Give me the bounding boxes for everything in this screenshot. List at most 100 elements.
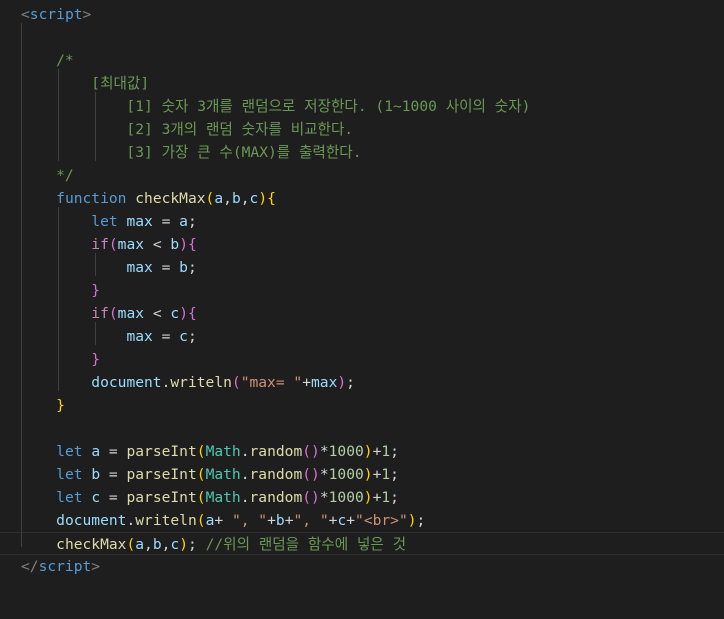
code-token: ) — [363, 466, 373, 483]
code-token: { — [267, 190, 276, 207]
code-token: ; — [187, 259, 197, 276]
code-line[interactable]: [최대값] — [0, 72, 724, 95]
code-token: a — [135, 536, 145, 553]
code-token: Math — [205, 466, 241, 483]
code-token: max — [126, 328, 153, 345]
code-token: "<br>" — [355, 512, 408, 529]
code-token: , — [223, 190, 232, 207]
code-line[interactable]: [1] 숫자 3개를 랜덤으로 저장한다. (1~1000 사이의 숫자) — [0, 95, 724, 118]
code-token: c — [170, 536, 180, 553]
code-token: c — [91, 489, 101, 506]
code-token: [1] 숫자 3개를 랜덤으로 저장한다. (1~1000 사이의 숫자) — [21, 98, 531, 115]
code-token: [3] 가장 큰 수(MAX)를 출력한다. — [21, 144, 362, 161]
code-line[interactable]: } — [0, 279, 724, 302]
code-token: ) — [363, 489, 373, 506]
code-token: parseInt — [126, 443, 197, 460]
code-token: ( — [126, 536, 136, 553]
code-line[interactable]: */ — [0, 164, 724, 187]
code-token: random — [249, 489, 303, 506]
code-line[interactable]: max = c; — [0, 325, 724, 348]
code-token: b — [170, 236, 180, 253]
code-token: c — [179, 328, 188, 345]
code-token: document — [91, 374, 162, 391]
code-token: max — [311, 374, 338, 391]
code-editor[interactable]: <script> /* [최대값] [1] 숫자 3개를 랜덤으로 저장한다. … — [0, 0, 724, 619]
code-line[interactable]: } — [0, 394, 724, 417]
code-line[interactable]: max = b; — [0, 256, 724, 279]
code-token: } — [91, 351, 101, 368]
code-token: = — [100, 489, 127, 506]
code-line[interactable]: } — [0, 348, 724, 371]
code-line[interactable]: let b = parseInt(Math.random()*1000)+1; — [0, 463, 724, 486]
code-token: ) — [407, 512, 417, 529]
code-line[interactable]: let a = parseInt(Math.random()*1000)+1; — [0, 440, 724, 463]
code-token: > — [91, 558, 101, 575]
code-token: c — [249, 190, 259, 207]
code-token: ) — [258, 190, 268, 207]
code-line[interactable]: [3] 가장 큰 수(MAX)를 출력한다. — [0, 141, 724, 164]
code-token: a — [179, 213, 188, 230]
code-token: 1 — [381, 489, 391, 506]
code-token: 1000 — [328, 443, 364, 460]
code-token: b — [275, 512, 285, 529]
code-token: ) — [311, 489, 320, 506]
code-token: b — [231, 190, 241, 207]
code-token: ( — [302, 466, 312, 483]
code-token: ( — [196, 443, 206, 460]
code-line[interactable]: [2] 3개의 랜덤 숫자를 비교한다. — [0, 118, 724, 141]
code-token: } — [91, 282, 101, 299]
code-line[interactable]: </script> — [0, 555, 724, 578]
code-line[interactable]: document.writeln("max= "+max); — [0, 371, 724, 394]
code-line[interactable]: function checkMax(a,b,c){ — [0, 187, 724, 210]
code-token: . — [240, 443, 250, 460]
code-token: . — [126, 512, 136, 529]
code-line[interactable]: if(max < b){ — [0, 233, 724, 256]
code-token: } — [56, 397, 65, 414]
code-token: writeln — [170, 374, 232, 391]
code-token: ) — [179, 305, 188, 322]
code-token: < — [21, 6, 30, 23]
code-token: ) — [363, 443, 373, 460]
code-line[interactable]: if(max < c){ — [0, 302, 724, 325]
code-line[interactable] — [0, 26, 724, 49]
code-token: max — [126, 259, 153, 276]
code-line[interactable]: checkMax(a,b,c); //위의 랜덤을 함수에 넣은 것 — [0, 532, 724, 555]
code-token: writeln — [135, 512, 197, 529]
code-token: b — [91, 466, 101, 483]
code-token: 1 — [381, 443, 391, 460]
code-token: 1 — [381, 466, 391, 483]
code-token: + — [267, 512, 276, 529]
code-line[interactable]: /* — [0, 49, 724, 72]
code-token: , — [144, 536, 153, 553]
code-token: max — [117, 305, 145, 322]
code-token: ( — [302, 489, 312, 506]
code-line[interactable] — [0, 417, 724, 440]
code-token: random — [249, 466, 303, 483]
code-line[interactable]: <script> — [0, 3, 724, 26]
code-token: script — [29, 6, 83, 23]
code-token: ) — [179, 536, 189, 553]
code-token: max — [117, 236, 145, 253]
code-token: 1000 — [328, 466, 364, 483]
code-token: * — [319, 443, 329, 460]
code-line[interactable]: let max = a; — [0, 210, 724, 233]
code-line[interactable]: let c = parseInt(Math.random()*1000)+1; — [0, 486, 724, 509]
code-token: . — [240, 489, 250, 506]
code-token: ; — [188, 536, 206, 553]
code-line[interactable]: document.writeln(a+ ", "+b+", "+c+"<br>"… — [0, 509, 724, 532]
code-token: < — [144, 305, 171, 322]
code-token: ", " — [231, 512, 268, 529]
code-token: [2] 3개의 랜덤 숫자를 비교한다. — [21, 121, 354, 138]
code-token: let — [56, 489, 83, 506]
code-token: a — [91, 443, 101, 460]
code-token: if — [91, 305, 109, 322]
code-token: { — [187, 305, 197, 322]
code-token: = — [100, 466, 127, 483]
